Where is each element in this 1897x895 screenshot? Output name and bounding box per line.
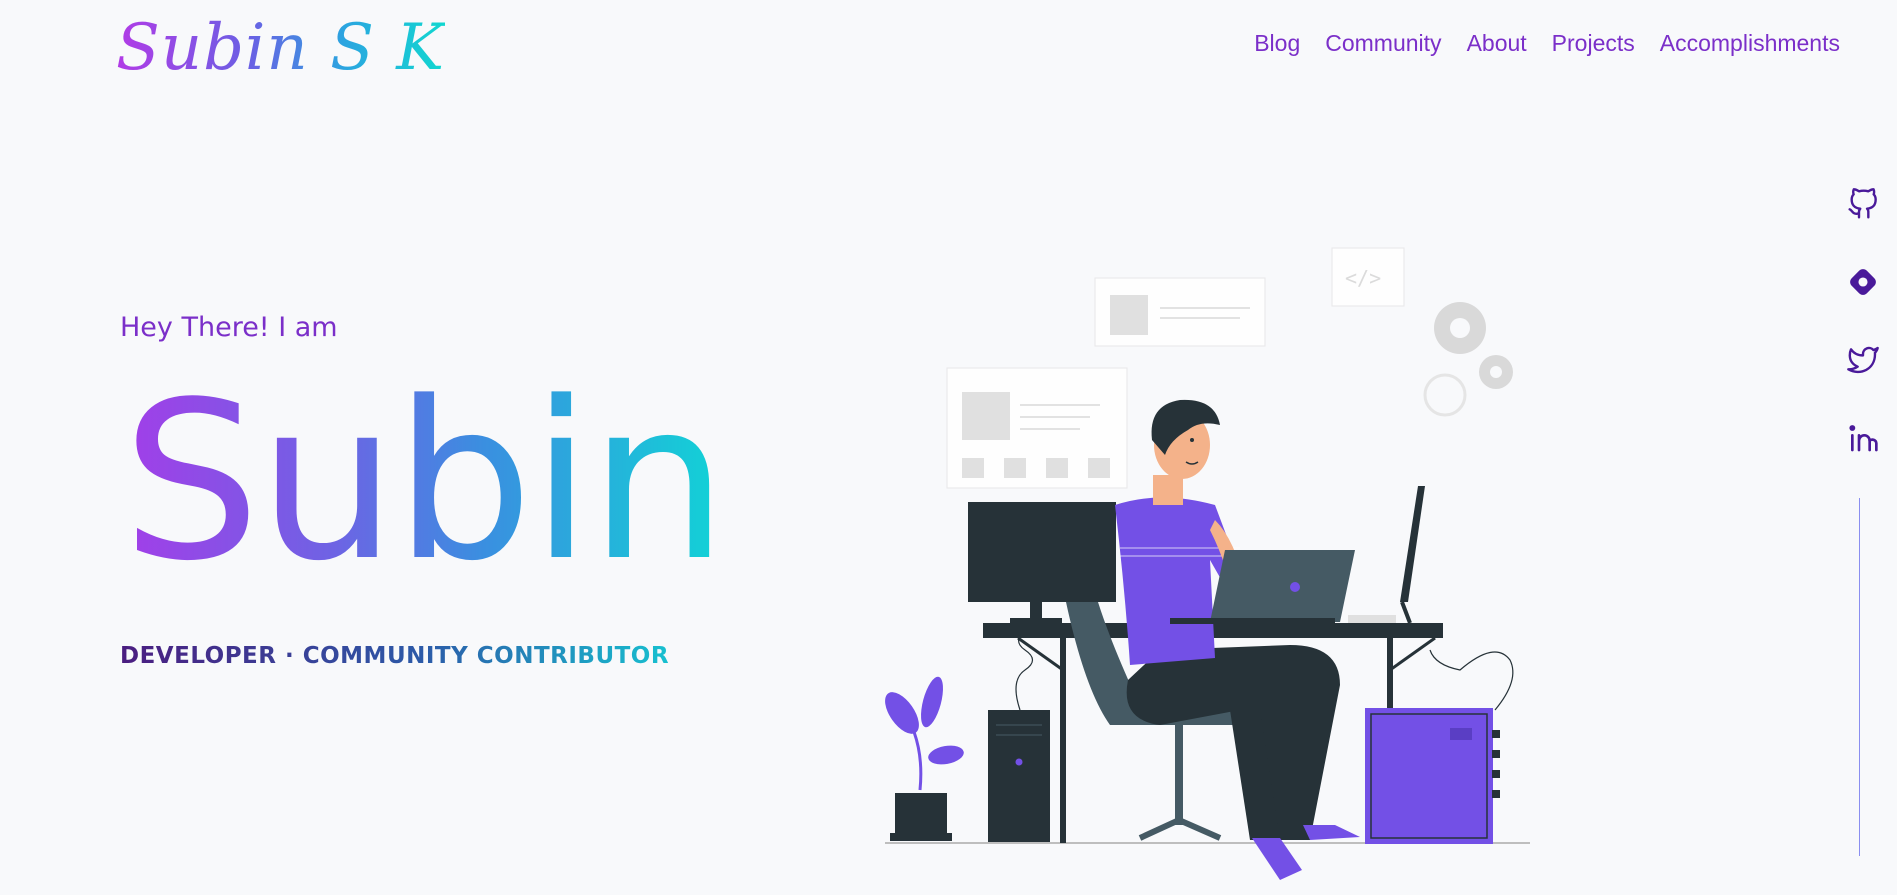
site-logo[interactable]: Subin S K [116,8,445,88]
hero-name: Subin [122,356,728,609]
nav-link-blog[interactable]: Blog [1254,30,1300,57]
linkedin-icon [1849,425,1878,452]
person [1115,399,1360,880]
hero-roles: DEVELOPER · COMMUNITY CONTRIBUTOR [120,643,670,669]
hashnode-link[interactable] [1847,266,1879,298]
twitter-link[interactable] [1847,344,1879,376]
hashnode-icon [1850,269,1876,295]
nav-link-about[interactable]: About [1467,30,1527,57]
twitter-icon [1847,346,1879,374]
main-nav: Blog Community About Projects Accomplish… [1254,30,1840,57]
linkedin-link[interactable] [1847,422,1879,454]
nav-link-projects[interactable]: Projects [1552,30,1635,57]
plant [885,676,964,841]
pc-tower [988,710,1050,842]
github-link[interactable] [1847,188,1879,220]
social-links [1847,188,1879,454]
nav-link-accomplishments[interactable]: Accomplishments [1660,30,1840,57]
developer-illustration: </> [885,247,1530,880]
github-icon [1848,188,1877,219]
svg-text:</>: </> [1345,266,1381,290]
hero-greeting: Hey There! I am [120,312,338,343]
social-divider-line [1859,498,1860,856]
nav-link-community[interactable]: Community [1325,30,1441,57]
gear-decoration [1423,302,1513,417]
